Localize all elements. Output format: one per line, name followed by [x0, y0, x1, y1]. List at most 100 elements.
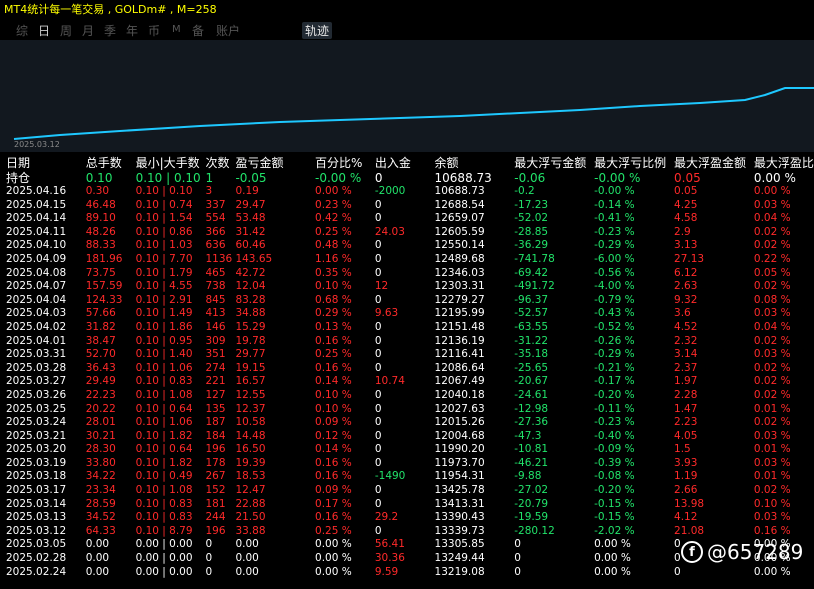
cell-min-max-lots: 0.10 | 1.49	[135, 307, 193, 320]
cell-pct: 0.16 %	[315, 511, 352, 524]
cell-count: 178	[205, 456, 226, 469]
cell-date: 2025.04.09	[6, 252, 67, 265]
cell-balance: 12004.68	[434, 429, 485, 442]
col-balance: 余额	[434, 156, 459, 170]
cell-max-float-profit-pct: 0.02 %	[753, 484, 791, 497]
cell-max-drawdown: -36.29	[514, 239, 549, 252]
table-row: 2025.03.28 36.43 0.10 | 1.06 274 19.15 0.16 %…	[6, 362, 814, 376]
cell-pnl: 10.58	[235, 416, 266, 429]
cell-max-drawdown-pct: -0.15 %	[594, 511, 635, 524]
cell-max-float-profit: 2.28	[674, 388, 698, 401]
cell-count: 413	[205, 307, 226, 320]
position-minmax: 0.10 | 0.10	[135, 171, 201, 185]
cell-max-drawdown-pct: -2.02 %	[594, 524, 635, 537]
cell-pct: 0.00 %	[315, 538, 352, 551]
cell-count: 184	[205, 429, 226, 442]
cell-pnl: 19.15	[235, 361, 266, 374]
cell-balance: 12151.48	[434, 320, 485, 333]
cell-date: 2025.03.24	[6, 416, 67, 429]
cell-max-float-profit: 2.37	[674, 361, 698, 374]
tab-notes[interactable]: 备	[192, 22, 204, 39]
tab-account[interactable]: 账户	[216, 22, 240, 39]
cell-cash: 0	[374, 212, 382, 225]
cell-count: 738	[205, 280, 226, 293]
position-row: 持仓 0.10 0.10 | 0.10 1 -0.05 -0.00 % 0 10…	[6, 171, 814, 185]
cell-date: 2025.02.28	[6, 552, 67, 565]
cell-max-float-profit-pct: 0.02 %	[753, 416, 791, 429]
cell-cash: 0	[374, 443, 382, 456]
equity-curve-line	[13, 87, 814, 140]
cell-max-drawdown: -280.12	[514, 524, 555, 537]
table-row: 2025.03.14 28.59 0.10 | 0.83 181 22.88 0.17 %…	[6, 498, 814, 512]
cell-min-max-lots: 0.10 | 0.49	[135, 470, 193, 483]
cell-balance: 11954.31	[434, 470, 485, 483]
col-date: 日期	[6, 156, 31, 170]
cell-date: 2025.04.02	[6, 320, 67, 333]
cell-max-float-profit: 2.63	[674, 280, 698, 293]
cell-max-drawdown: 0	[514, 552, 521, 565]
cell-date: 2025.03.20	[6, 443, 67, 456]
cell-max-drawdown-pct: -0.29 %	[594, 239, 635, 252]
cell-pct: 0.14 %	[315, 375, 352, 388]
table-row: 2025.04.03 57.66 0.10 | 1.49 413 34.88 0.29 %…	[6, 307, 814, 321]
tab-year[interactable]: 年	[126, 22, 138, 39]
cell-pct: 0.42 %	[315, 212, 352, 225]
cell-pct: 1.16 %	[315, 252, 352, 265]
cell-count: 187	[205, 416, 226, 429]
cell-total-lots: 22.23	[85, 388, 116, 401]
cell-max-float-profit-pct: 0.10 %	[753, 497, 791, 510]
cell-max-drawdown: -19.59	[514, 511, 549, 524]
cell-total-lots: 181.96	[85, 252, 123, 265]
cell-max-float-profit-pct: 0.02 %	[753, 280, 791, 293]
cell-max-float-profit-pct: 0.02 %	[753, 225, 791, 238]
equity-curve-svg	[13, 87, 814, 140]
cell-max-drawdown-pct: -0.23 %	[594, 225, 635, 238]
cell-max-float-profit: 27.13	[674, 252, 705, 265]
cell-pnl: 19.78	[235, 334, 266, 347]
chart-start-date: 2025.03.12	[14, 140, 60, 149]
cell-balance: 12027.63	[434, 402, 485, 415]
tab-quarter[interactable]: 季	[104, 22, 116, 39]
cell-total-lots: 46.48	[85, 198, 116, 211]
cell-max-float-profit-pct: 0.00 %	[753, 565, 791, 578]
tab-m[interactable]: M	[172, 24, 181, 35]
tab-week[interactable]: 周	[60, 22, 72, 39]
cell-max-drawdown-pct: 0.00 %	[594, 552, 631, 565]
cell-max-float-profit: 2.66	[674, 484, 698, 497]
cell-max-drawdown: -52.02	[514, 212, 549, 225]
cell-cash: 56.41	[374, 538, 405, 551]
tab-currency[interactable]: 币	[148, 22, 160, 39]
tab-trajectory[interactable]: 轨迹	[302, 22, 333, 39]
cell-cash: 30.36	[374, 552, 405, 565]
cell-balance: 10688.73	[434, 185, 485, 197]
cell-min-max-lots: 0.10 | 7.70	[135, 252, 193, 265]
tab-month[interactable]: 月	[82, 22, 94, 39]
cell-max-float-profit-pct: 0.22 %	[753, 252, 791, 265]
cell-total-lots: 34.52	[85, 511, 116, 524]
cell-max-drawdown-pct: 0.00 %	[594, 538, 631, 551]
tab-summary[interactable]: 综	[16, 22, 28, 39]
cell-cash: 0	[374, 252, 382, 265]
cell-cash: 0	[374, 293, 382, 306]
cell-date: 2025.03.26	[6, 388, 67, 401]
cell-total-lots: 88.33	[85, 239, 116, 252]
cell-max-float-profit: 13.98	[674, 497, 705, 510]
cell-pnl: 29.77	[235, 348, 266, 361]
cell-total-lots: 73.75	[85, 266, 116, 279]
cell-date: 2025.04.15	[6, 198, 67, 211]
cell-min-max-lots: 0.10 | 1.79	[135, 266, 193, 279]
cell-count: 221	[205, 375, 226, 388]
cell-max-float-profit-pct: 0.03 %	[753, 307, 791, 320]
cell-date: 2025.03.31	[6, 348, 67, 361]
tab-day[interactable]: 日	[38, 22, 50, 39]
cell-pct: 0.16 %	[315, 334, 352, 347]
cell-pct: 0.09 %	[315, 416, 352, 429]
position-count: 1	[205, 171, 214, 185]
cell-min-max-lots: 0.10 | 1.03	[135, 239, 193, 252]
cell-min-max-lots: 0.10 | 0.74	[135, 198, 193, 211]
cell-max-float-profit: 0.05	[674, 185, 698, 197]
cell-pct: 0.10 %	[315, 388, 352, 401]
cell-max-float-profit-pct: 0.02 %	[753, 361, 791, 374]
cell-min-max-lots: 0.10 | 0.95	[135, 334, 193, 347]
window-title: MT4统计每一笔交易 , GOLDm# , M=258	[4, 3, 217, 16]
